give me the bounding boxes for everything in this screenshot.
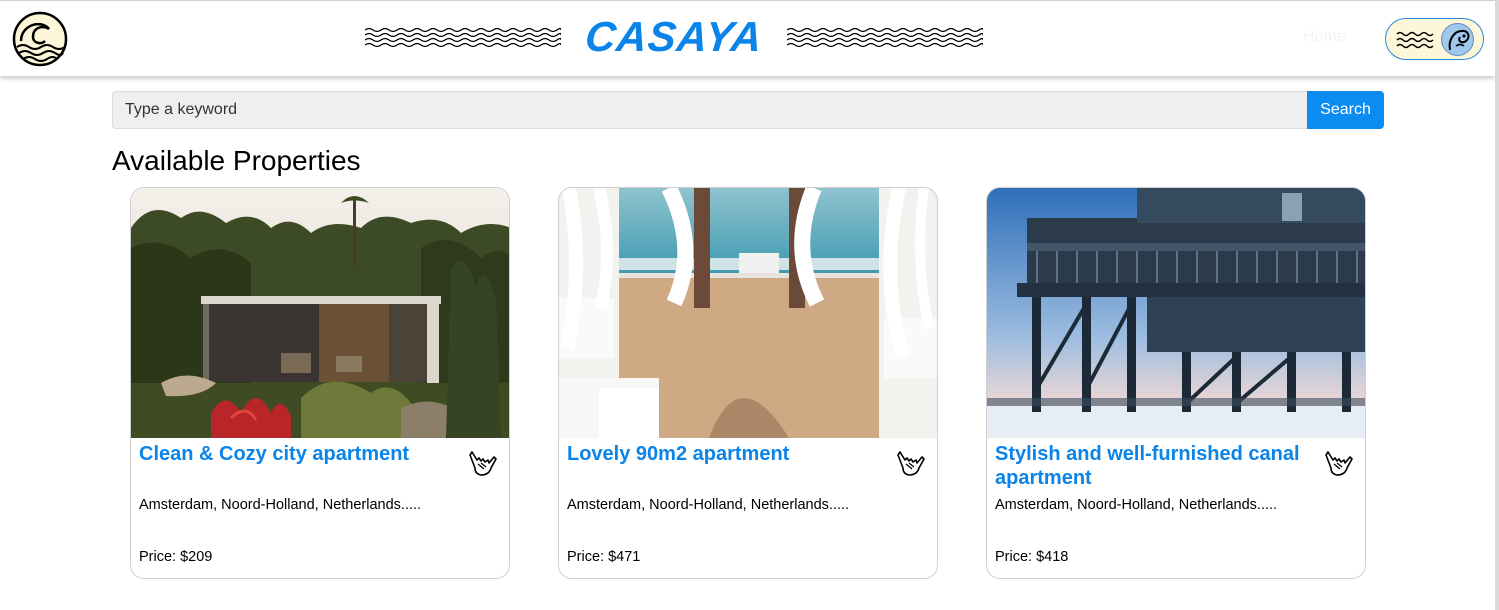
section-title: Available Properties (112, 145, 361, 176)
user-menu-button[interactable] (1385, 18, 1484, 60)
property-title[interactable]: Clean & Cozy city apartment (139, 442, 457, 466)
property-price: Price: $418 (995, 549, 1069, 565)
stilt-house-photo[interactable] (987, 188, 1365, 438)
wave-lines-decoration-icon (365, 27, 561, 48)
property-card[interactable]: Stylish and well-furnished canal apartme… (986, 187, 1366, 579)
shaka-hand-icon[interactable] (895, 448, 927, 478)
waves-menu-icon (1396, 31, 1434, 49)
search-input[interactable] (112, 91, 1308, 129)
property-title[interactable]: Stylish and well-furnished canal apartme… (995, 442, 1313, 490)
page: CASAYA Home Type a keyword Search Availa… (0, 0, 1499, 610)
property-location: Amsterdam, Noord-Holland, Netherlands...… (139, 497, 422, 513)
beach-cabana-photo[interactable] (559, 188, 937, 438)
navbar: CASAYA Home (0, 0, 1495, 76)
property-card[interactable]: Lovely 90m2 apartment Amsterdam, Noord-H… (558, 187, 938, 579)
wave-lines-decoration-icon (787, 27, 983, 48)
property-card[interactable]: Clean & Cozy city apartment Amsterdam, N… (130, 187, 510, 579)
search-bar: Search (112, 91, 1384, 129)
search-button[interactable]: Search (1307, 91, 1384, 129)
shaka-hand-icon[interactable] (1323, 448, 1355, 478)
property-price: Price: $209 (139, 549, 213, 565)
surfer-avatar-icon (1441, 23, 1474, 56)
property-price: Price: $471 (567, 549, 641, 565)
property-title[interactable]: Lovely 90m2 apartment (567, 442, 885, 466)
wave-circle-logo-icon[interactable] (11, 11, 69, 67)
garden-villa-photo[interactable] (131, 188, 509, 438)
nav-link-home[interactable]: Home (1303, 28, 1346, 46)
property-location: Amsterdam, Noord-Holland, Netherlands...… (995, 497, 1278, 513)
window-edge (1495, 0, 1499, 610)
brand-logo-text[interactable]: CASAYA (571, 13, 776, 61)
property-location: Amsterdam, Noord-Holland, Netherlands...… (567, 497, 850, 513)
shaka-hand-icon[interactable] (467, 448, 499, 478)
